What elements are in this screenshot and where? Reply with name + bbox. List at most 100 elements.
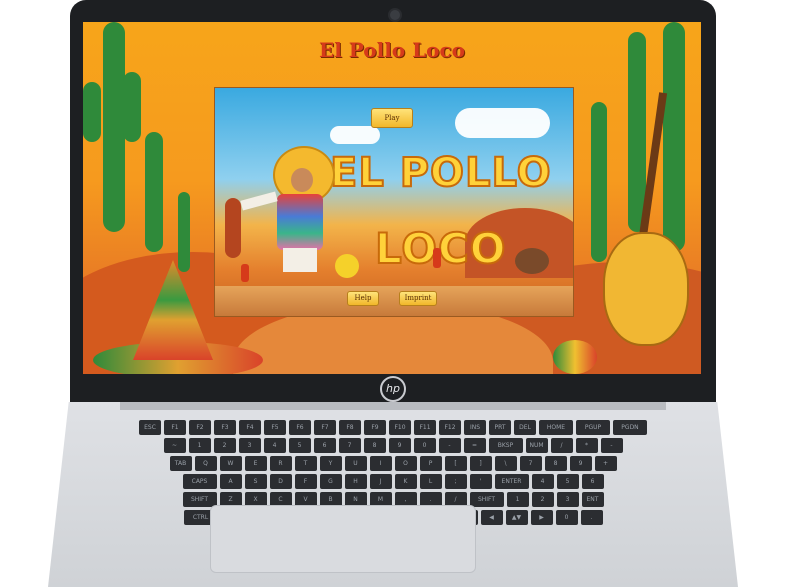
key[interactable]: 0 bbox=[413, 438, 436, 453]
key[interactable]: G bbox=[319, 474, 342, 489]
key[interactable]: PGUP bbox=[576, 420, 610, 435]
key[interactable]: 4 bbox=[263, 438, 286, 453]
key[interactable]: ] bbox=[469, 456, 492, 471]
cactus-icon bbox=[83, 82, 101, 142]
key[interactable]: F8 bbox=[339, 420, 361, 435]
key[interactable]: 7 bbox=[519, 456, 542, 471]
chicken-icon bbox=[515, 248, 549, 274]
key[interactable]: ~ bbox=[163, 438, 186, 453]
help-button[interactable]: Help bbox=[347, 291, 379, 306]
key[interactable]: 2 bbox=[531, 492, 554, 507]
key[interactable]: E bbox=[244, 456, 267, 471]
salsa-bottle-icon bbox=[241, 264, 249, 282]
play-button[interactable]: Play bbox=[371, 108, 413, 128]
key[interactable]: H bbox=[344, 474, 367, 489]
key[interactable]: A bbox=[219, 474, 242, 489]
key[interactable]: SHIFT bbox=[469, 492, 504, 507]
key[interactable]: F2 bbox=[189, 420, 211, 435]
character-arm bbox=[240, 191, 278, 211]
key[interactable]: PRT bbox=[489, 420, 511, 435]
key[interactable]: 8 bbox=[363, 438, 386, 453]
game-canvas[interactable]: EL POLLO LOCO Play Help Imprint bbox=[214, 87, 574, 317]
key[interactable]: ▶ bbox=[530, 510, 553, 525]
key[interactable]: NUM bbox=[525, 438, 548, 453]
key[interactable]: 3 bbox=[556, 492, 579, 507]
key[interactable]: CAPS bbox=[182, 474, 217, 489]
key[interactable]: F12 bbox=[439, 420, 461, 435]
key[interactable]: F bbox=[294, 474, 317, 489]
key[interactable]: ▲▼ bbox=[505, 510, 528, 525]
key[interactable]: HOME bbox=[539, 420, 573, 435]
key[interactable]: T bbox=[294, 456, 317, 471]
key[interactable]: SHIFT bbox=[182, 492, 217, 507]
key[interactable]: 2 bbox=[213, 438, 236, 453]
key[interactable]: R bbox=[269, 456, 292, 471]
key[interactable]: BKSP bbox=[488, 438, 523, 453]
maraca-icon bbox=[553, 340, 597, 374]
key[interactable]: INS bbox=[464, 420, 486, 435]
key[interactable]: S bbox=[244, 474, 267, 489]
key[interactable]: O bbox=[394, 456, 417, 471]
key[interactable]: \ bbox=[494, 456, 517, 471]
key[interactable]: J bbox=[369, 474, 392, 489]
key[interactable]: F4 bbox=[239, 420, 261, 435]
key[interactable]: TAB bbox=[169, 456, 192, 471]
key[interactable]: P bbox=[419, 456, 442, 471]
key[interactable]: 9 bbox=[569, 456, 592, 471]
key[interactable]: ; bbox=[444, 474, 467, 489]
key[interactable]: F1 bbox=[164, 420, 186, 435]
key[interactable]: 3 bbox=[238, 438, 261, 453]
key[interactable]: 5 bbox=[288, 438, 311, 453]
key[interactable]: * bbox=[575, 438, 598, 453]
key[interactable]: ENT bbox=[581, 492, 604, 507]
key[interactable]: - bbox=[438, 438, 461, 453]
key[interactable]: 6 bbox=[581, 474, 604, 489]
key[interactable]: ◀ bbox=[480, 510, 503, 525]
webcam bbox=[388, 8, 402, 22]
key[interactable]: = bbox=[463, 438, 486, 453]
key[interactable]: PGDN bbox=[613, 420, 647, 435]
keyboard[interactable]: ESC F1 F2 F3 F4 F5 F6 F7 F8 F9 F10 F11 F12 INS PRT DEL H… bbox=[70, 420, 716, 525]
key[interactable]: F11 bbox=[414, 420, 436, 435]
key[interactable]: 6 bbox=[313, 438, 336, 453]
key[interactable]: 1 bbox=[188, 438, 211, 453]
cactus-icon bbox=[591, 102, 607, 262]
key[interactable]: - bbox=[600, 438, 623, 453]
key[interactable]: ESC bbox=[139, 420, 161, 435]
key[interactable]: [ bbox=[444, 456, 467, 471]
key[interactable]: F5 bbox=[264, 420, 286, 435]
character-face bbox=[291, 168, 313, 192]
laptop-hinge bbox=[120, 402, 666, 410]
key[interactable]: U bbox=[344, 456, 367, 471]
key[interactable]: DEL bbox=[514, 420, 536, 435]
key[interactable]: W bbox=[219, 456, 242, 471]
key[interactable]: F9 bbox=[364, 420, 386, 435]
key[interactable]: 8 bbox=[544, 456, 567, 471]
key[interactable]: 0 bbox=[555, 510, 578, 525]
key[interactable]: 9 bbox=[388, 438, 411, 453]
cloud-icon bbox=[330, 126, 380, 144]
key[interactable]: 1 bbox=[506, 492, 529, 507]
key[interactable]: F6 bbox=[289, 420, 311, 435]
key[interactable]: 5 bbox=[556, 474, 579, 489]
guitar-icon bbox=[603, 232, 689, 346]
trackpad[interactable] bbox=[210, 505, 476, 573]
key[interactable]: K bbox=[394, 474, 417, 489]
key[interactable]: I bbox=[369, 456, 392, 471]
key[interactable]: Y bbox=[319, 456, 342, 471]
key[interactable]: 4 bbox=[531, 474, 554, 489]
key[interactable]: Q bbox=[194, 456, 217, 471]
key[interactable]: F10 bbox=[389, 420, 411, 435]
key[interactable]: + bbox=[594, 456, 617, 471]
key[interactable]: ENTER bbox=[494, 474, 529, 489]
key[interactable]: 7 bbox=[338, 438, 361, 453]
imprint-button[interactable]: Imprint bbox=[399, 291, 437, 306]
key[interactable]: F7 bbox=[314, 420, 336, 435]
keyboard-row: TAB Q W E R T Y U I O P[] \ 7 8 9 + bbox=[70, 456, 716, 471]
key[interactable]: D bbox=[269, 474, 292, 489]
key[interactable]: ' bbox=[469, 474, 492, 489]
key[interactable]: F3 bbox=[214, 420, 236, 435]
key[interactable]: / bbox=[550, 438, 573, 453]
key[interactable]: . bbox=[580, 510, 603, 525]
key[interactable]: L bbox=[419, 474, 442, 489]
